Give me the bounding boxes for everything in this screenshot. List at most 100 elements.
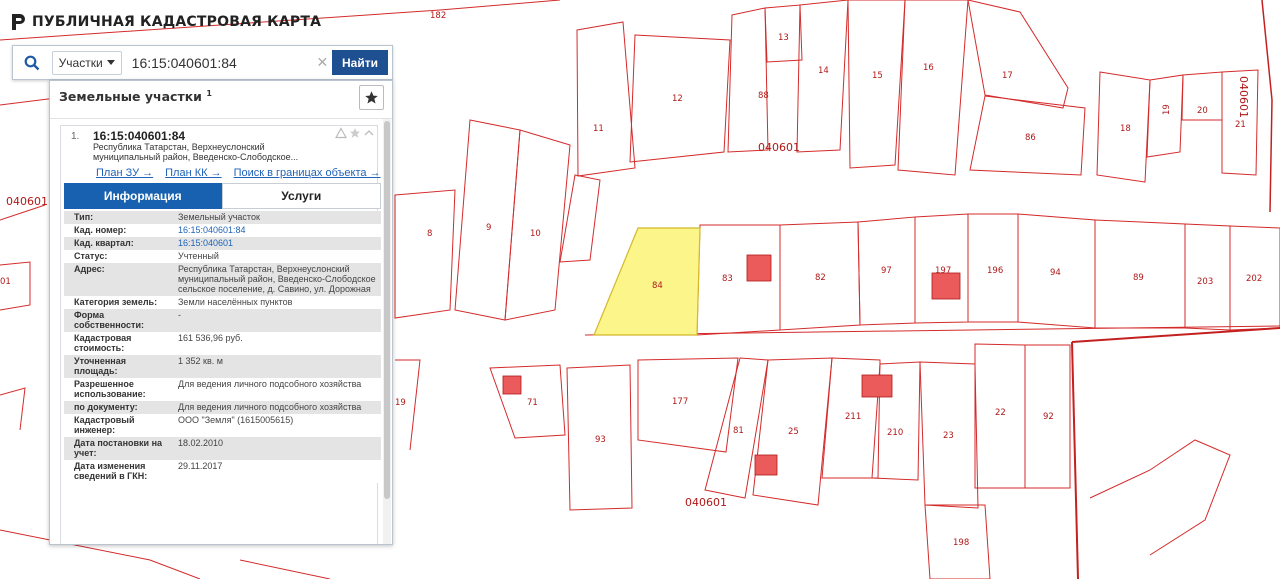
plan-kk-link[interactable]: План КК →	[165, 167, 221, 179]
table-row: Кадастровый инженер: ООО "Земля" (1615005…	[64, 414, 381, 437]
attr-value: Для ведения личного подсобного хозяйства	[168, 401, 381, 414]
result-cadastral-number[interactable]: 16:15:040601:84	[93, 129, 185, 143]
attr-value: Учтенный	[168, 250, 381, 263]
attr-key: Разрешенное использование:	[64, 378, 168, 401]
svg-text:88: 88	[758, 91, 769, 101]
attr-value: Земли населённых пунктов	[168, 296, 381, 309]
result-number: 1.	[71, 131, 80, 142]
table-row: по документу: Для ведения личного подсобн…	[64, 401, 381, 414]
warning-icon[interactable]	[335, 127, 347, 139]
search-icon[interactable]	[13, 46, 52, 79]
svg-text:13: 13	[778, 33, 789, 43]
result-tabs: Информация Услуги	[64, 183, 381, 209]
clear-icon[interactable]: ✕	[313, 54, 332, 71]
results-panel: Земельные участки 1 1. 16:15:040601:84 Р…	[49, 80, 393, 545]
svg-text:20: 20	[1197, 106, 1208, 116]
attr-key: Категория земель:	[64, 296, 168, 309]
attr-key: Адрес:	[64, 263, 168, 296]
svg-text:81: 81	[733, 426, 744, 436]
svg-text:22: 22	[995, 408, 1006, 418]
result-links: План ЗУ → План КК → Поиск в границах объ…	[96, 167, 381, 179]
app-header: ПУБЛИЧНАЯ КАДАСТРОВАЯ КАРТА	[10, 13, 321, 31]
attr-value: Для ведения личного подсобного хозяйства	[168, 378, 381, 401]
chevron-down-icon	[106, 60, 115, 65]
table-row: Кад. номер: 16:15:040601:84	[64, 224, 381, 237]
svg-text:15: 15	[872, 71, 883, 81]
find-button[interactable]: Найти	[332, 50, 388, 75]
cadastral-number-link[interactable]: 16:15:040601:84	[178, 225, 246, 235]
attr-key: Кад. квартал:	[64, 237, 168, 250]
favorite-button[interactable]	[359, 85, 384, 110]
object-type-label: Участки	[58, 55, 103, 70]
svg-text:210: 210	[887, 428, 903, 438]
attr-value: 1 352 кв. м	[168, 355, 381, 378]
object-type-select[interactable]: Участки	[51, 50, 122, 75]
tab-services[interactable]: Услуги	[221, 183, 381, 209]
table-row: Адрес: Республика Татарстан, Верхнеуслонс…	[64, 263, 381, 296]
svg-text:182: 182	[430, 11, 446, 21]
svg-text:19: 19	[395, 398, 406, 408]
attr-key: Дата постановки на учет:	[64, 437, 168, 460]
svg-text:84: 84	[652, 281, 663, 291]
svg-text:94: 94	[1050, 268, 1061, 278]
cadastral-quarter-link[interactable]: 16:15:040601	[178, 238, 233, 248]
table-row: Разрешенное использование: Для ведения ли…	[64, 378, 381, 401]
table-row: Категория земель: Земли населённых пункто…	[64, 296, 381, 309]
svg-text:211: 211	[845, 412, 861, 422]
svg-text:97: 97	[881, 266, 892, 276]
svg-text:040601: 040601	[1237, 76, 1250, 118]
attr-value: -	[168, 309, 381, 332]
panel-header: Земельные участки 1	[50, 81, 392, 119]
app-title: ПУБЛИЧНАЯ КАДАСТРОВАЯ КАРТА	[32, 14, 322, 30]
chevron-up-icon[interactable]	[363, 127, 375, 139]
svg-text:8: 8	[427, 229, 432, 239]
result-card: 1. 16:15:040601:84 Республика Татарстан,…	[60, 125, 381, 544]
svg-text:17: 17	[1002, 71, 1013, 81]
svg-text:177: 177	[672, 397, 688, 407]
svg-text:71: 71	[527, 398, 538, 408]
result-address: Республика Татарстан, Верхнеуслонский му…	[93, 142, 299, 162]
svg-text:82: 82	[815, 273, 826, 283]
scrollbar-thumb[interactable]	[384, 121, 390, 499]
svg-text:10: 10	[530, 229, 541, 239]
attr-value: Республика Татарстан, Верхнеуслонский му…	[168, 263, 381, 296]
attr-value: 18.02.2010	[168, 437, 381, 460]
svg-text:040601: 040601	[6, 195, 48, 208]
svg-text:14: 14	[818, 66, 829, 76]
attr-key: Тип:	[64, 211, 168, 224]
attr-value: 29.11.2017	[168, 460, 381, 483]
attr-key: Кадастровая стоимость:	[64, 332, 168, 355]
svg-text:83: 83	[722, 274, 733, 284]
table-row: Дата постановки на учет: 18.02.2010	[64, 437, 381, 460]
star-icon[interactable]	[349, 127, 361, 139]
table-row: Кад. квартал: 16:15:040601	[64, 237, 381, 250]
attr-key: Кад. номер:	[64, 224, 168, 237]
panel-heading-text: Земельные участки	[59, 89, 202, 105]
attr-key: Форма собственности:	[64, 309, 168, 332]
attr-key: Кадастровый инженер:	[64, 414, 168, 437]
svg-text:25: 25	[788, 427, 799, 437]
svg-text:01: 01	[0, 277, 11, 287]
attr-value: 161 536,96 руб.	[168, 332, 381, 355]
table-row: Статус: Учтенный	[64, 250, 381, 263]
svg-text:198: 198	[953, 538, 969, 548]
svg-text:92: 92	[1043, 412, 1054, 422]
attributes-table: Тип: Земельный участок Кад. номер: 16:15:0…	[64, 211, 381, 483]
svg-text:86: 86	[1025, 133, 1036, 143]
tab-information[interactable]: Информация	[64, 183, 222, 209]
panel-heading: Земельные участки 1	[59, 89, 212, 104]
attr-key: Дата изменения сведений в ГКН:	[64, 460, 168, 483]
plan-zu-link[interactable]: План ЗУ →	[96, 167, 153, 179]
table-row: Форма собственности: -	[64, 309, 381, 332]
svg-text:040601: 040601	[758, 141, 800, 154]
svg-text:21: 21	[1235, 120, 1246, 130]
attr-key: по документу:	[64, 401, 168, 414]
table-row: Кадастровая стоимость: 161 536,96 руб.	[64, 332, 381, 355]
search-bar: Участки ✕ Найти	[12, 45, 393, 80]
search-in-bounds-link[interactable]: Поиск в границах объекта →	[234, 167, 381, 179]
svg-text:040601: 040601	[685, 496, 727, 509]
svg-text:18: 18	[1120, 124, 1131, 134]
svg-text:197: 197	[935, 266, 951, 276]
search-input[interactable]	[121, 49, 313, 76]
svg-text:89: 89	[1133, 273, 1144, 283]
